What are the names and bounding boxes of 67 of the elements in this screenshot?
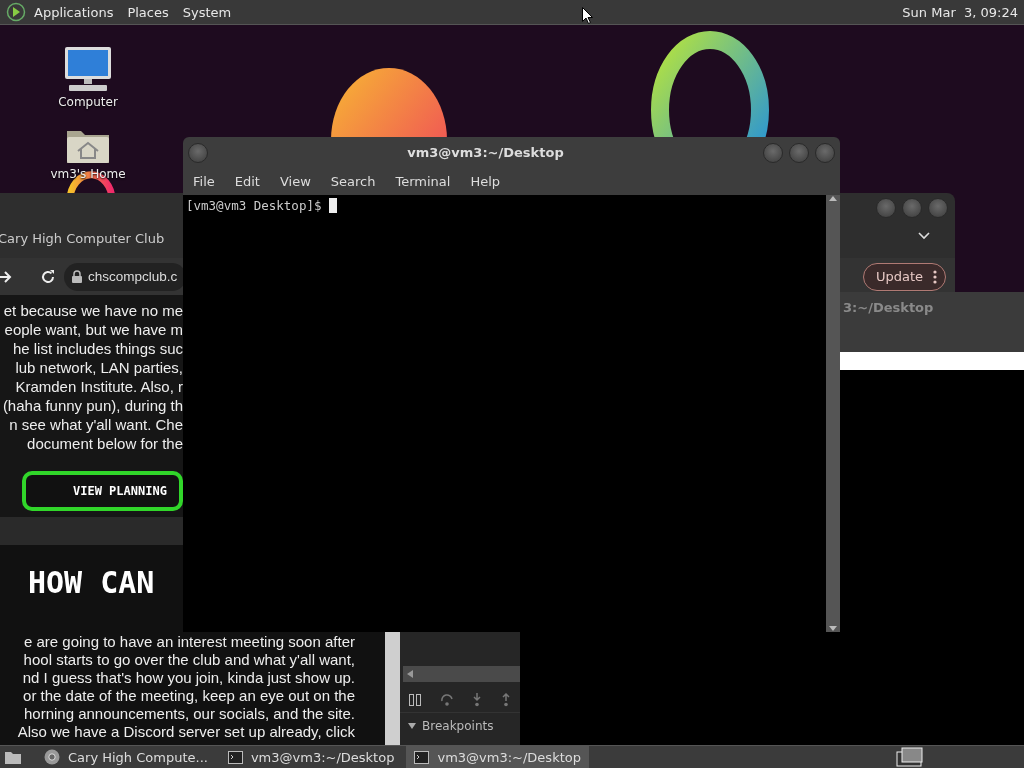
paragraph-line: document below for the (27, 434, 183, 453)
close-button[interactable] (815, 142, 835, 163)
window-menu-button[interactable] (188, 142, 208, 163)
breakpoints-section[interactable]: Breakpoints (400, 713, 520, 733)
minimize-button[interactable] (876, 198, 896, 218)
paragraph-line: horning announcements, our socials, and the site. (23, 705, 355, 723)
taskbar-item[interactable]: Cary High Compute... (36, 746, 216, 768)
paragraph-line: nd I guess that's how you join, kinda just show up. (22, 669, 355, 687)
reload-icon[interactable] (40, 268, 56, 285)
step-out-icon[interactable] (500, 693, 511, 707)
menu-item[interactable]: File (183, 174, 225, 189)
menu-item[interactable]: Edit (224, 174, 270, 189)
panel-menu[interactable]: Applications (34, 4, 114, 20)
terminal-icon (227, 750, 243, 764)
address-bar[interactable]: chscompclub.c (64, 262, 186, 291)
paragraph-line: or the date of the meeting, keep an eye out on the (23, 687, 355, 705)
pause-icon[interactable] (409, 694, 422, 706)
panel-menu[interactable]: System (182, 4, 232, 20)
menu-logo-icon[interactable] (6, 2, 26, 22)
paragraph-line: lub network, LAN parties, (15, 358, 183, 377)
menu-item[interactable]: View (269, 174, 321, 189)
window-title: vm3@vm3:~/Desktop (406, 145, 565, 160)
paragraph-line: et because we have no me (3, 301, 183, 320)
chevron-down-icon[interactable] (918, 232, 930, 240)
close-button[interactable] (928, 198, 948, 218)
view-planning-button[interactable]: VIEW PLANNING (22, 471, 183, 511)
show-desktop-icon[interactable] (4, 749, 22, 765)
paragraph-line: Also we have a Discord server set up already, click (17, 723, 355, 741)
horizontal-scrollbar[interactable] (403, 666, 520, 682)
window-title: 3:~/Desktop (842, 299, 935, 317)
scrollbar[interactable] (826, 195, 840, 632)
paragraph-line: e are going to have an interest meeting soon after (23, 633, 355, 651)
scrollbar[interactable] (385, 632, 400, 745)
menu-item[interactable]: Terminal (385, 174, 461, 189)
disclosure-triangle-icon[interactable] (408, 722, 416, 730)
text-cursor (329, 198, 337, 213)
browser-icon (44, 749, 60, 765)
lock-icon (72, 270, 82, 283)
minimize-button[interactable] (763, 142, 783, 163)
paragraph-line: Kramden Institute. Also, r (15, 377, 183, 396)
shell-prompt: [vm3@vm3 Desktop]$ (186, 198, 323, 213)
maximize-button[interactable] (789, 142, 809, 163)
paragraph-line: eople want, but we have m (4, 320, 183, 339)
scroll-down-icon[interactable] (829, 626, 837, 632)
menu-item[interactable]: Search (320, 174, 386, 189)
panel-menu[interactable]: Places (127, 4, 169, 20)
step-over-icon[interactable] (439, 694, 454, 706)
terminal-icon (414, 750, 430, 764)
paragraph-line: he list includes things suc (12, 339, 183, 358)
menu-item[interactable]: Help (460, 174, 511, 189)
paragraph-line: hool starts to go over the club and what y'all want, (23, 651, 355, 669)
clock[interactable]: Sun Mar 3, 09:24 (902, 4, 1018, 20)
computer-icon[interactable] (63, 45, 113, 93)
forward-arrow-icon[interactable] (0, 269, 12, 284)
more-options-icon[interactable] (933, 269, 937, 284)
paragraph-line: n see what y'all want. Che (9, 415, 183, 434)
paragraph-line: (haha funny pun), during th (2, 396, 183, 415)
section-heading: HOW CAN (28, 565, 156, 602)
scroll-left-icon[interactable] (407, 670, 413, 678)
mouse-pointer-icon (582, 7, 593, 24)
update-button[interactable]: Update (862, 262, 946, 291)
step-into-icon[interactable] (472, 693, 483, 707)
maximize-button[interactable] (902, 198, 922, 218)
taskbar-item[interactable]: vm3@vm3:~/Desktop (219, 746, 403, 768)
scroll-up-icon[interactable] (829, 195, 837, 201)
taskbar-item[interactable]: vm3@vm3:~/Desktop (406, 746, 589, 768)
desktop-icon-label[interactable]: Computer (58, 95, 118, 109)
